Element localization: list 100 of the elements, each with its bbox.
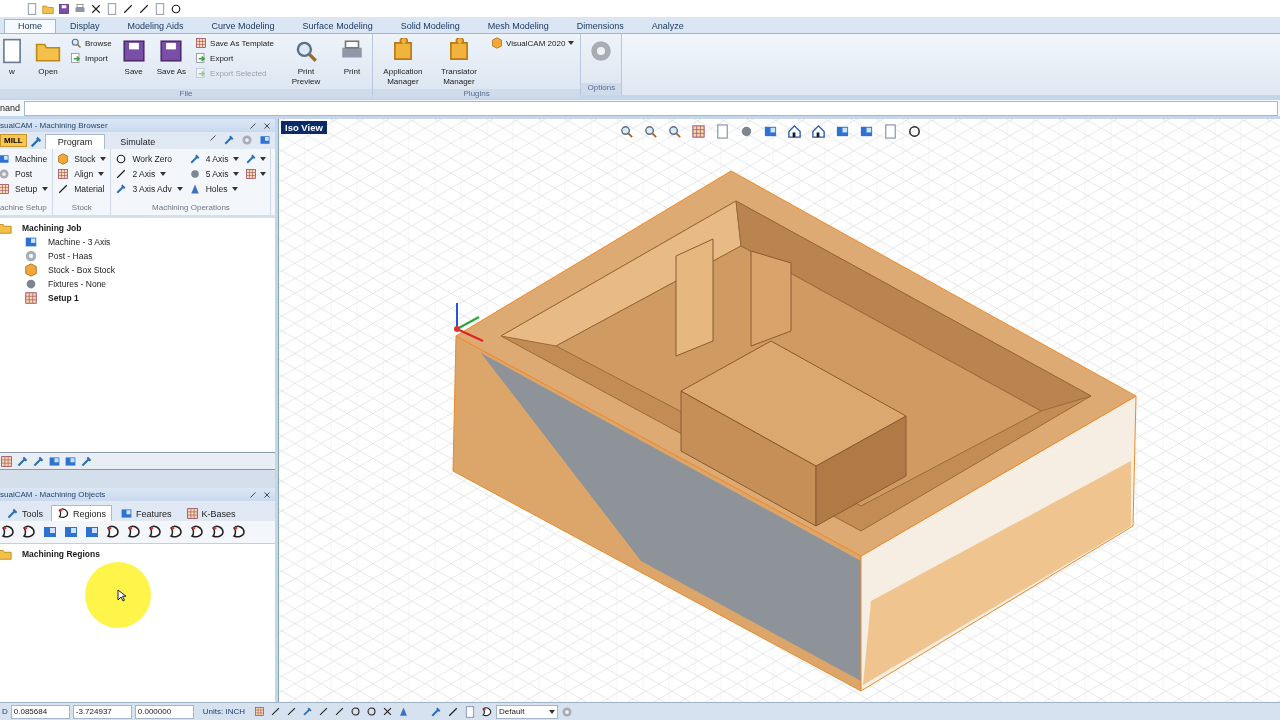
operation-button[interactable]: 5 Axis	[188, 167, 240, 181]
import-icon	[70, 52, 82, 64]
export-icon	[195, 67, 208, 79]
toolbar-icon	[80, 454, 93, 468]
coordinate-field: 0.000000	[134, 704, 194, 719]
group-label: achine Setup	[0, 203, 48, 214]
panel-tab[interactable]: Simulate	[107, 134, 169, 149]
panel-title: sualCAM - Machining Browser	[0, 121, 109, 130]
ribbon-tab[interactable]: Home	[4, 19, 56, 33]
operation-button[interactable]: Material	[57, 182, 107, 196]
operation-button[interactable]: Post	[0, 167, 49, 181]
group-label: Stock	[70, 203, 93, 214]
ribbon-button[interactable]: Import	[68, 51, 114, 65]
setup-icon	[0, 183, 10, 195]
caret-icon	[233, 157, 240, 161]
toolbar-icon	[32, 454, 45, 468]
cursor-highlight	[85, 562, 151, 628]
hammer-icon	[223, 134, 235, 146]
tree-item[interactable]: Machining Regions	[22, 549, 100, 559]
mill-mode-button[interactable]: MILL	[0, 134, 27, 147]
caret-icon	[160, 172, 167, 176]
settings-icon	[241, 134, 253, 146]
caret-icon	[232, 187, 239, 191]
tree-item[interactable]: Stock - Box Stock	[48, 265, 116, 275]
ribbon-tab[interactable]: Mesh Modeling	[473, 19, 563, 33]
zoom-in-icon[interactable]	[643, 124, 658, 139]
ribbon-tab[interactable]: Modeling Aids	[113, 19, 198, 33]
caret-icon	[42, 187, 49, 191]
ribbon-tab[interactable]: Display	[56, 19, 114, 33]
drill-icon	[188, 183, 201, 195]
tree-item[interactable]: Machining Job	[22, 223, 82, 233]
settings-icon	[561, 705, 573, 718]
panel-tab[interactable]: Features	[114, 505, 178, 521]
panel-tab[interactable]: K-Bases	[179, 505, 242, 521]
operation-button[interactable]: 2 Axis	[115, 167, 183, 181]
template-icon	[195, 37, 208, 49]
operation-button[interactable]: 4 Axis	[188, 152, 240, 166]
command-label: nand	[0, 103, 21, 113]
panel-title: sualCAM - Machining Objects	[0, 490, 107, 499]
caret-icon	[100, 157, 107, 161]
toolbar-icon	[64, 454, 77, 468]
close-icon	[263, 121, 271, 130]
caret-icon	[176, 187, 183, 191]
zoom-out-icon[interactable]	[619, 124, 634, 139]
caret-icon	[98, 172, 105, 176]
ribbon-button[interactable]: Browse	[68, 36, 114, 50]
group-label: Plugins	[372, 89, 581, 98]
panel-tab[interactable]: Tools	[0, 505, 49, 521]
ribbon-button[interactable]: w	[0, 36, 28, 79]
magnifier-icon	[70, 37, 82, 49]
operation-button[interactable]: Holes	[188, 182, 240, 196]
ribbon-button[interactable]: Print	[335, 36, 368, 79]
ribbon-button[interactable]: Save	[117, 36, 150, 79]
folder-icon	[0, 221, 12, 235]
tree-item[interactable]: Post - Haas	[48, 251, 93, 261]
operation-button[interactable]: Stock	[57, 152, 107, 166]
ribbon-button[interactable]: Save As	[153, 36, 190, 79]
layer-dropdown[interactable]: Default	[496, 704, 558, 719]
zoom-window-icon[interactable]	[667, 124, 682, 139]
coordinate-field: 0.085684	[10, 704, 70, 719]
panel-tab[interactable]: Regions	[51, 505, 113, 521]
tree-item[interactable]: Machine - 3 Axis	[48, 237, 111, 247]
ribbon-tab[interactable]: Analyze	[637, 19, 698, 33]
house-icon[interactable]	[811, 124, 826, 139]
caret-icon	[260, 157, 267, 161]
tree-item[interactable]: Setup 1	[48, 293, 79, 303]
caret-icon	[233, 172, 240, 176]
zoom-extents-icon[interactable]	[691, 124, 706, 139]
close-icon	[263, 490, 271, 499]
command-field[interactable]	[24, 100, 1278, 116]
setup-icon	[24, 291, 38, 305]
operation-button[interactable]: 3 Axis Adv	[115, 182, 183, 196]
units-label: Units: INCH	[201, 707, 246, 716]
ribbon-button[interactable]: Translator Manager	[432, 36, 485, 89]
ribbon-button[interactable]: Open	[32, 36, 64, 79]
ribbon-tab[interactable]: Solid Modeling	[386, 19, 474, 33]
ribbon-tab[interactable]: Curve Modeling	[197, 19, 289, 33]
ribbon-button[interactable]: Application Manager	[376, 36, 429, 89]
operation-button[interactable]: Machine	[0, 152, 49, 166]
ribbon-button[interactable]: Print Preview	[279, 36, 332, 89]
view-label: Iso View	[281, 121, 327, 134]
group-label: Options	[581, 83, 622, 95]
panel-tab[interactable]: Program	[44, 134, 106, 149]
ribbon-button[interactable]: VisualCAM 2020	[488, 36, 577, 50]
operation-button[interactable]: Work Zero	[115, 152, 183, 166]
tree-item[interactable]: Fixtures - None	[48, 279, 107, 289]
operation-button[interactable]: Setup	[0, 182, 49, 196]
toolbar-icon	[48, 454, 61, 468]
axis-triad-icon	[454, 302, 484, 342]
folder-icon	[0, 547, 12, 561]
operation-button[interactable]: Align	[57, 167, 107, 181]
page-icon[interactable]	[715, 124, 730, 139]
ribbon-button[interactable]: Save As Template	[193, 36, 276, 50]
house-icon[interactable]	[787, 124, 802, 139]
export-icon	[195, 52, 208, 64]
toolbar-icon	[0, 454, 13, 468]
ribbon-button[interactable]: Export	[193, 51, 276, 65]
group-label: File	[0, 89, 372, 98]
ribbon-tab[interactable]: Dimensions	[562, 19, 638, 33]
ribbon-tab[interactable]: Surface Modeling	[288, 19, 387, 33]
